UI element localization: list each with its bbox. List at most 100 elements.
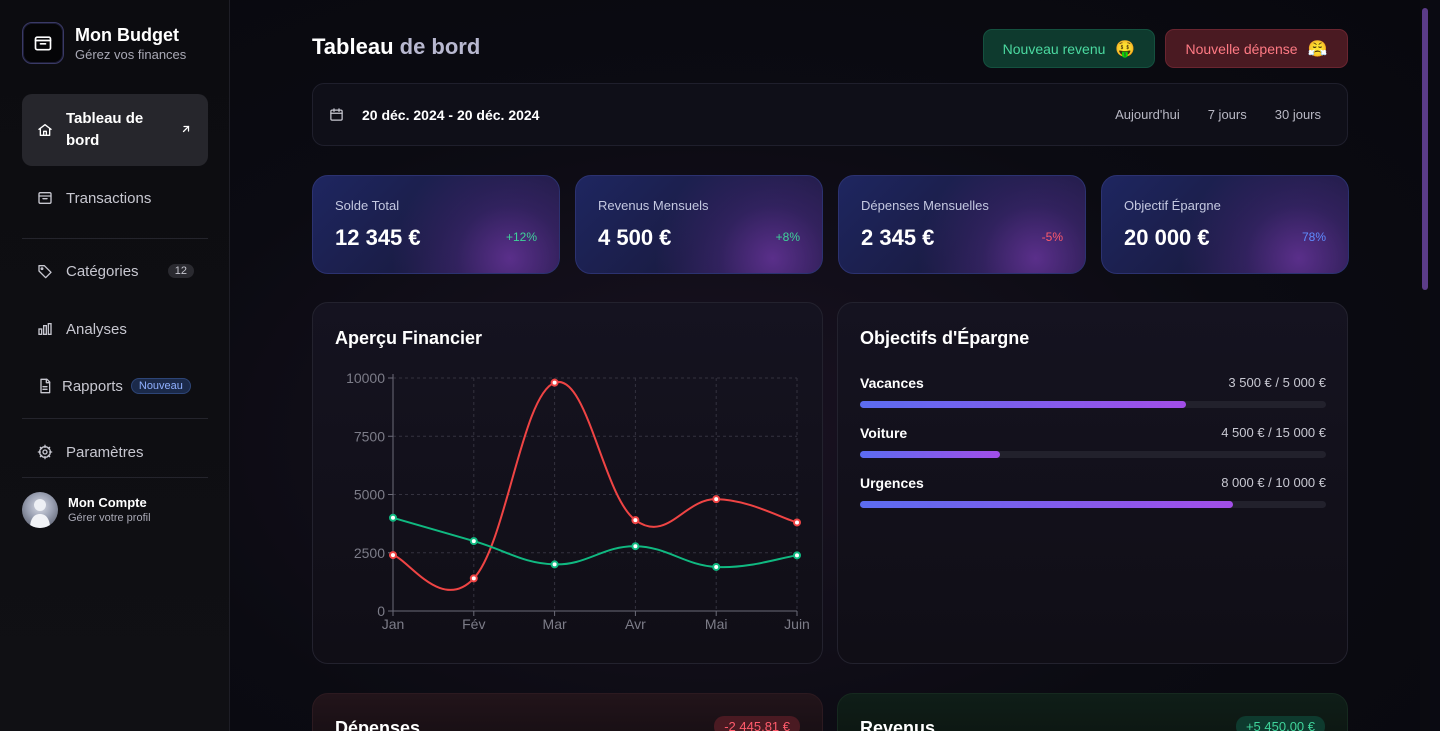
savings-goal-item: Urgences 8 000 € / 10 000 € — [860, 475, 1326, 508]
stat-delta: +12% — [505, 230, 537, 244]
sidebar-divider — [22, 477, 208, 478]
quick-range-group: Aujourd'hui 7 jours 30 jours — [1115, 107, 1321, 122]
expenses-card: Dépenses -2 445,81 € — [312, 693, 823, 731]
sidebar-item-label: Rapports — [62, 377, 123, 395]
stat-card-monthly-expenses: Dépenses Mensuelles 2 345 € -5% — [838, 175, 1086, 274]
scrollbar[interactable] — [1420, 0, 1430, 731]
new-expense-label: Nouvelle dépense — [1185, 40, 1298, 57]
series-point-2 — [793, 551, 801, 560]
stat-card-monthly-income: Revenus Mensuels 4 500 € +8% — [575, 175, 823, 274]
stat-label: Dépenses Mensuelles — [861, 198, 989, 213]
x-tick-label: Mar — [543, 616, 567, 632]
expenses-title: Dépenses — [335, 718, 421, 731]
goal-progress-fill — [860, 501, 1233, 508]
sidebar: Mon Budget Gérez vos finances Tableau de… — [0, 0, 230, 731]
angry-face-icon: 😤 — [1307, 40, 1328, 58]
stat-value: 4 500 € — [598, 225, 672, 250]
main-content: Tableau de bord Nouveau revenu 🤑 Nouvell… — [230, 0, 1430, 731]
series-point-1 — [793, 518, 801, 527]
new-badge: Nouveau — [130, 378, 191, 394]
y-tick-label: 2500 — [354, 545, 385, 561]
new-expense-button[interactable]: Nouvelle dépense 😤 — [1165, 29, 1348, 68]
sidebar-item-label: Analyses — [66, 320, 127, 338]
sidebar-item-label: Catégories — [66, 262, 139, 280]
goal-amount: 3 500 € / 5 000 € — [1228, 375, 1326, 390]
series-point-1 — [389, 551, 397, 560]
scrollbar-thumb[interactable] — [1422, 8, 1428, 290]
stat-value: 12 345 € — [335, 225, 421, 250]
gear-icon — [36, 443, 54, 461]
stat-label: Revenus Mensuels — [598, 198, 709, 213]
sidebar-item-categories[interactable]: Catégories 12 — [22, 260, 208, 282]
range-today-button[interactable]: Aujourd'hui — [1115, 107, 1180, 122]
account-name: Mon Compte — [68, 494, 147, 510]
range-30-days-button[interactable]: 30 jours — [1275, 107, 1321, 122]
home-icon — [36, 121, 54, 139]
bar-chart-icon — [36, 320, 54, 338]
sidebar-item-transactions[interactable]: Transactions — [22, 187, 208, 209]
stat-delta: 78% — [1301, 230, 1326, 244]
tag-icon — [36, 262, 54, 280]
goal-amount: 8 000 € / 10 000 € — [1221, 475, 1326, 490]
sidebar-item-settings[interactable]: Paramètres — [22, 441, 208, 463]
series-point-2 — [550, 560, 559, 569]
income-title: Revenus — [860, 718, 936, 731]
financial-overview-chart: 025005000750010000Jan Fév Mar Avr Mai Juin — [346, 370, 810, 632]
sidebar-item-reports[interactable]: Rapports Nouveau — [22, 375, 208, 397]
sidebar-divider — [22, 418, 208, 419]
count-badge: 12 — [167, 264, 194, 278]
brand[interactable]: Mon Budget Gérez vos finances — [22, 22, 186, 64]
date-range-bar: 20 déc. 2024 - 20 déc. 2024 Aujourd'hui … — [312, 83, 1348, 146]
stat-value: 20 000 € — [1124, 225, 1210, 250]
sidebar-item-label: Tableau de bord — [66, 110, 144, 149]
x-tick-label: Fév — [462, 616, 485, 632]
page-title: Tableau de bord — [312, 34, 481, 59]
sidebar-item-analyses[interactable]: Analyses — [22, 318, 208, 340]
stat-card-savings-goal: Objectif Épargne 20 000 € 78% — [1101, 175, 1349, 274]
series-point-1 — [712, 495, 721, 504]
series-point-2 — [631, 542, 640, 551]
series-point-2 — [469, 537, 478, 546]
x-tick-label: Juin — [784, 616, 810, 632]
date-range-value[interactable]: 20 déc. 2024 - 20 déc. 2024 — [362, 107, 539, 123]
brand-subtitle: Gérez vos finances — [75, 46, 187, 62]
account-link[interactable]: Mon Compte Gérer votre profil — [22, 492, 151, 528]
money-face-icon: 🤑 — [1115, 40, 1136, 58]
new-income-button[interactable]: Nouveau revenu 🤑 — [983, 29, 1155, 68]
goal-progress-track — [860, 501, 1326, 508]
series-line-1 — [392, 381, 798, 591]
wallet-icon — [22, 22, 64, 64]
sidebar-item-dashboard[interactable]: Tableau de bord — [22, 94, 208, 166]
series-point-1 — [469, 574, 478, 583]
savings-goals-panel: Objectifs d'Épargne Vacances 3 500 € / 5… — [837, 302, 1348, 664]
y-tick-label: 5000 — [354, 487, 385, 503]
stat-delta: +8% — [775, 230, 800, 244]
calendar-icon[interactable] — [329, 107, 344, 122]
new-income-label: Nouveau revenu — [1002, 40, 1106, 57]
x-tick-label: Avr — [625, 616, 646, 632]
inbox-icon — [36, 189, 54, 207]
series-line-2 — [392, 516, 798, 569]
income-total-badge: +5 450,00 € — [1235, 716, 1325, 731]
goal-progress-track — [860, 401, 1326, 408]
stat-delta: -5% — [1041, 230, 1063, 244]
series-point-2 — [712, 562, 721, 571]
x-tick-label: Mai — [705, 616, 728, 632]
savings-goal-item: Vacances 3 500 € / 5 000 € — [860, 375, 1326, 408]
arrow-up-right-icon — [180, 122, 192, 139]
expenses-total-badge: -2 445,81 € — [714, 716, 800, 731]
savings-goal-item: Voiture 4 500 € / 15 000 € — [860, 425, 1326, 458]
series-point-1 — [631, 516, 640, 525]
series-point-2 — [389, 513, 397, 522]
stat-label: Objectif Épargne — [1124, 198, 1221, 213]
goal-progress-fill — [860, 401, 1187, 408]
stat-card-total-balance: Solde Total 12 345 € +12% — [312, 175, 560, 274]
stat-label: Solde Total — [335, 198, 400, 213]
series-point-1 — [550, 378, 559, 387]
account-subtitle: Gérer votre profil — [68, 511, 151, 524]
panel-title: Objectifs d'Épargne — [860, 328, 1030, 348]
y-tick-label: 7500 — [354, 428, 385, 444]
range-7-days-button[interactable]: 7 jours — [1208, 107, 1247, 122]
goal-amount: 4 500 € / 15 000 € — [1221, 425, 1326, 440]
stat-value: 2 345 € — [861, 225, 935, 250]
